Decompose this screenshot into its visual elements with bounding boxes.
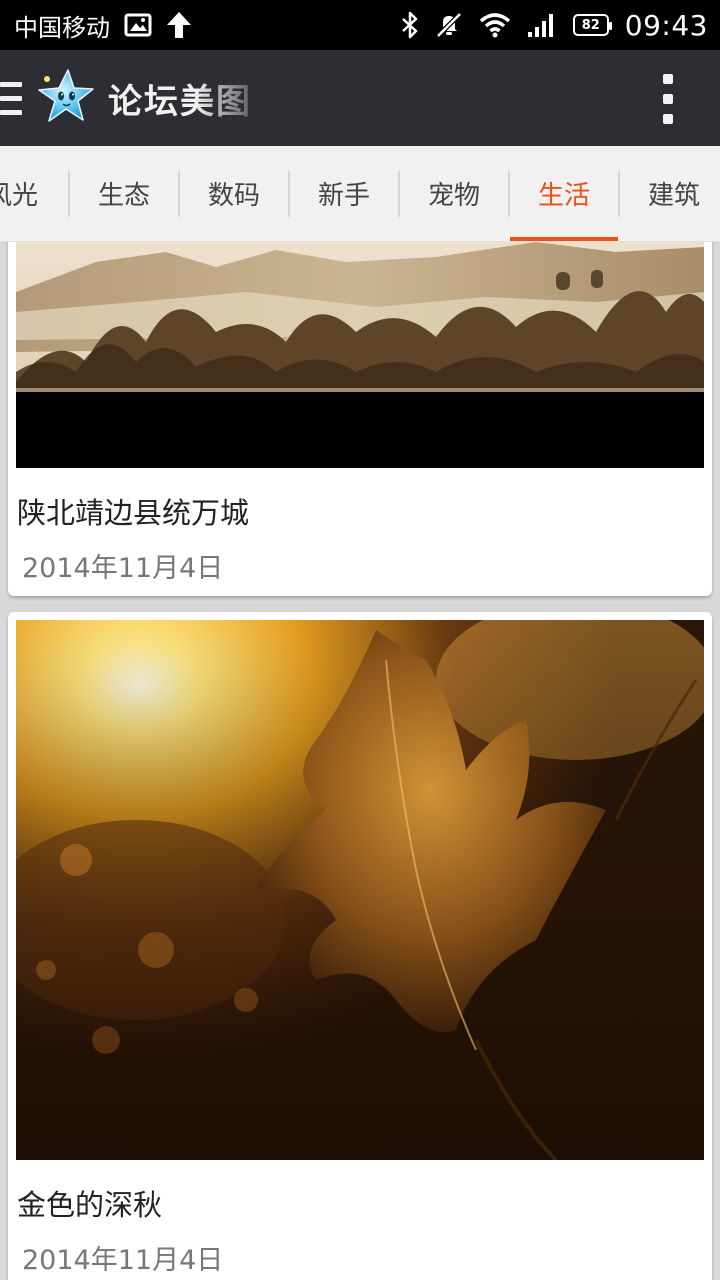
status-left: 中国移动: [14, 8, 192, 43]
app-title: 论坛美图: [108, 81, 252, 122]
photo-title: 陕北靖边县统万城: [17, 496, 250, 530]
mute-icon: [435, 11, 463, 39]
battery-level: 82: [581, 17, 600, 33]
photo-image[interactable]: [16, 620, 704, 1160]
app-bar: 论坛美图: [0, 50, 720, 146]
photo-date: 2014年11月4日: [22, 1245, 224, 1276]
overflow-menu-icon[interactable]: [660, 74, 676, 124]
status-right: 82 09:43: [401, 9, 708, 42]
tab-xinshou[interactable]: 新手: [290, 146, 398, 241]
status-bar: 中国移动 82 09:43: [0, 0, 720, 50]
tab-chongwu[interactable]: 宠物: [400, 146, 508, 241]
battery-icon: 82: [572, 14, 612, 36]
clock: 09:43: [624, 8, 708, 42]
tab-fengguang[interactable]: 风光: [0, 146, 68, 241]
carrier-name: 中国移动: [14, 13, 110, 42]
photo-feed[interactable]: 陕北靖边县统万城 2014年11月4日 金色的深秋 2014年11月4日: [0, 242, 720, 1280]
tab-shengtai[interactable]: 生态: [70, 146, 178, 241]
bluetooth-icon: [401, 11, 419, 39]
category-tabs: 风光 生态 数码 新手 宠物 生活 建筑: [0, 146, 720, 242]
photo-card[interactable]: 金色的深秋 2014年11月4日: [8, 612, 712, 1280]
image-icon: [124, 13, 152, 37]
photo-title: 金色的深秋: [17, 1188, 163, 1222]
photo-card[interactable]: 陕北靖边县统万城 2014年11月4日: [8, 242, 712, 596]
starfish-logo-icon[interactable]: [34, 66, 98, 130]
photo-date: 2014年11月4日: [22, 553, 224, 584]
tab-jianzhu[interactable]: 建筑: [620, 146, 720, 241]
wifi-icon: [479, 12, 511, 38]
signal-icon: [527, 12, 557, 38]
photo-image[interactable]: [16, 242, 704, 468]
upload-arrow-icon: [166, 11, 192, 39]
menu-icon[interactable]: [0, 50, 22, 146]
tab-shenghuo[interactable]: 生活: [510, 146, 618, 241]
tab-shuma[interactable]: 数码: [180, 146, 288, 241]
